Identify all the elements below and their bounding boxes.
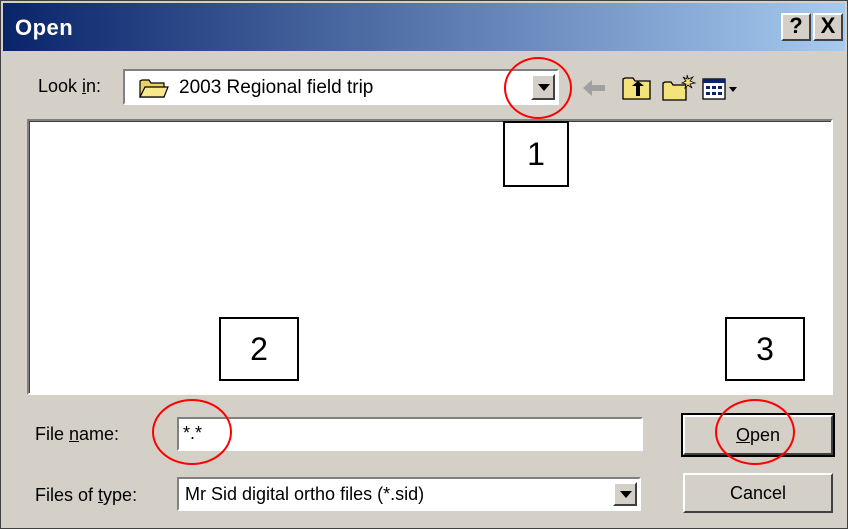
view-menu-icon[interactable] bbox=[701, 73, 743, 103]
chevron-down-icon bbox=[620, 491, 632, 498]
window-title: Open bbox=[15, 15, 74, 40]
annotation-circle-1 bbox=[504, 57, 572, 119]
files-of-type-combo[interactable]: Mr Sid digital ortho files (*.sid) bbox=[177, 477, 641, 511]
callout-2: 2 bbox=[219, 317, 299, 381]
callout-1: 1 bbox=[503, 121, 569, 187]
file-list[interactable] bbox=[27, 119, 833, 395]
files-of-type-value: Mr Sid digital ortho files (*.sid) bbox=[185, 484, 425, 504]
annotation-circle-2 bbox=[152, 399, 232, 465]
cancel-button[interactable]: Cancel bbox=[683, 473, 833, 513]
callout-3: 3 bbox=[725, 317, 805, 381]
annotation-circle-3 bbox=[715, 399, 795, 465]
folder-icon bbox=[139, 79, 169, 98]
up-folder-icon[interactable] bbox=[621, 73, 653, 103]
back-arrow-icon[interactable] bbox=[579, 73, 609, 103]
file-name-input[interactable]: *.* bbox=[177, 417, 643, 451]
files-of-type-label: Files of type: bbox=[35, 485, 138, 505]
open-dialog: Open ? X Look in: 2003 Regional field tr… bbox=[0, 0, 848, 529]
look-in-value: 2003 Regional field trip bbox=[179, 77, 374, 98]
close-button[interactable]: X bbox=[813, 13, 843, 41]
file-name-label: File name: bbox=[35, 424, 120, 444]
files-of-type-dropdown-button[interactable] bbox=[613, 482, 637, 506]
help-button[interactable]: ? bbox=[781, 13, 811, 41]
look-in-label: Look in: bbox=[38, 76, 102, 96]
new-folder-icon[interactable] bbox=[661, 73, 697, 103]
title-bar[interactable]: Open ? X bbox=[3, 3, 845, 51]
look-in-combo[interactable]: 2003 Regional field trip bbox=[123, 69, 559, 105]
